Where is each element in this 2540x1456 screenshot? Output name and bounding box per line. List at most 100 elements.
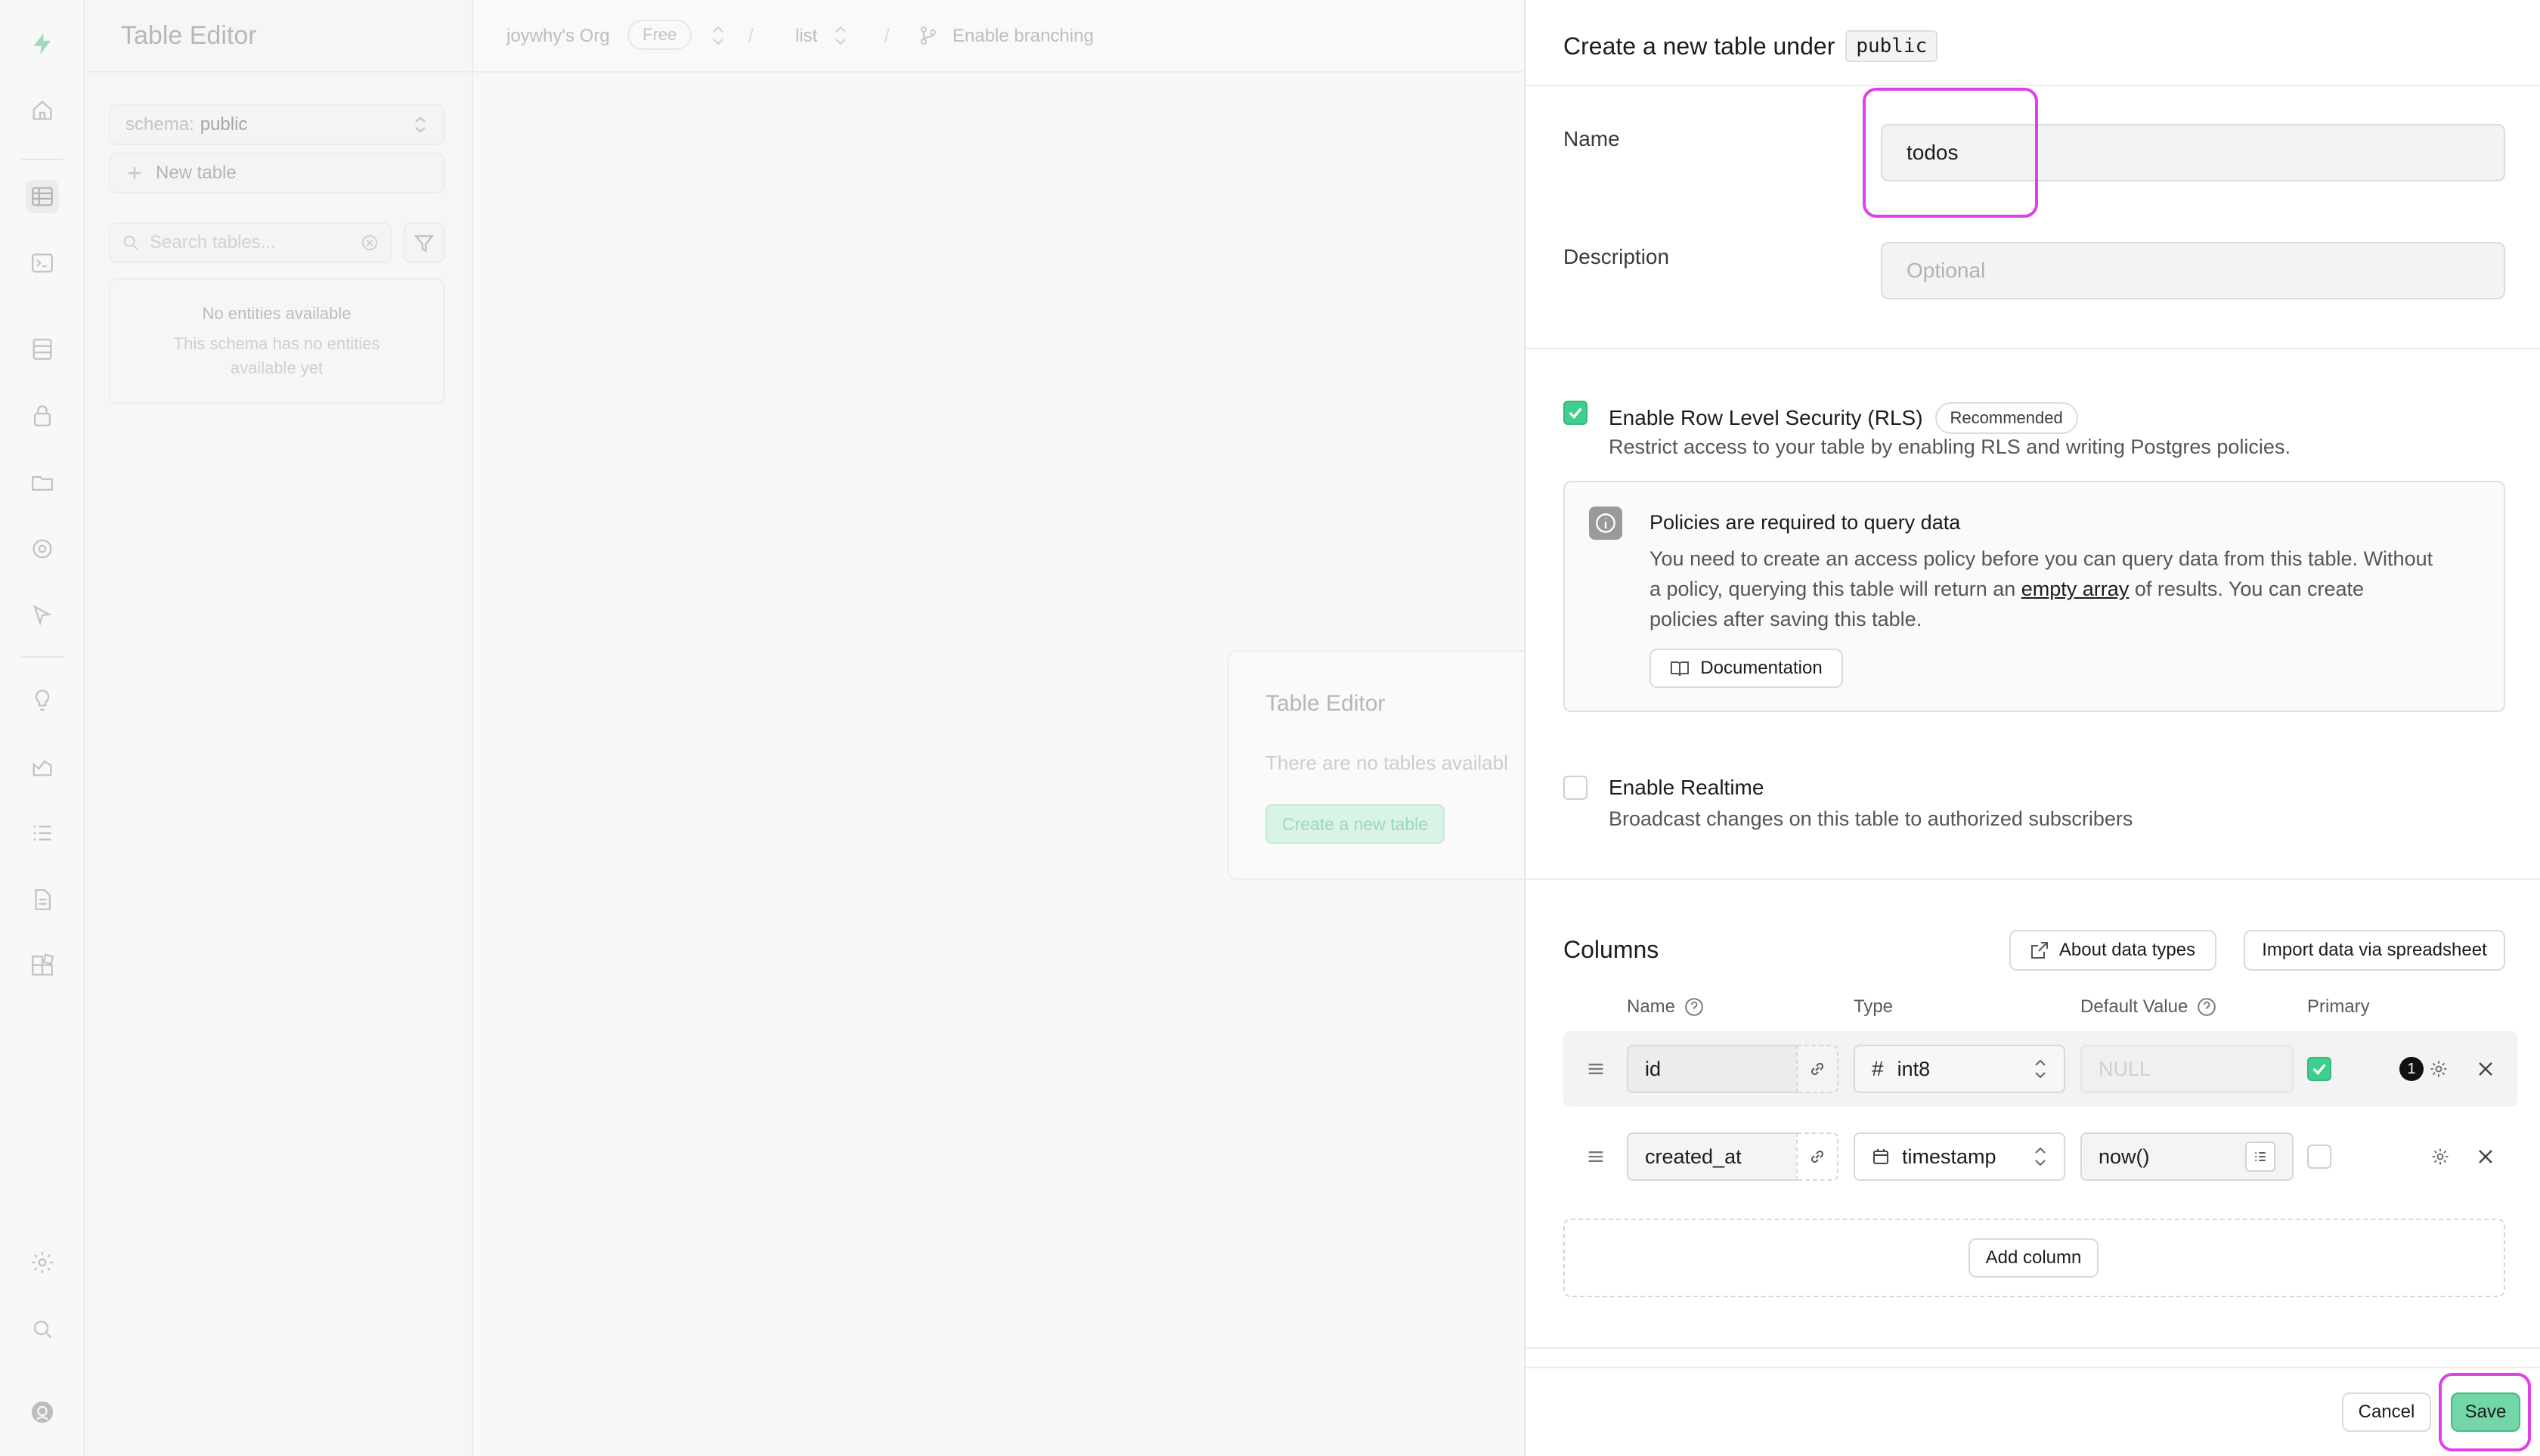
- schema-selector[interactable]: schema: public: [109, 104, 444, 145]
- database-icon[interactable]: [26, 333, 59, 366]
- column-name-input[interactable]: created_at: [1627, 1132, 1798, 1181]
- realtime-description: Broadcast changes on this table to autho…: [1609, 807, 2133, 830]
- empty-entities-box: No entities available This schema has no…: [109, 278, 444, 404]
- project-name[interactable]: list: [795, 26, 817, 47]
- col-header-type: Type: [1854, 996, 1894, 1017]
- empty-array-link[interactable]: empty array: [2021, 578, 2130, 600]
- create-new-table-button[interactable]: Create a new table: [1265, 804, 1445, 844]
- empty-entities-title: No entities available: [202, 304, 352, 323]
- foreign-key-link-button[interactable]: [1796, 1132, 1838, 1181]
- auth-lock-icon[interactable]: [26, 399, 59, 432]
- sql-editor-icon[interactable]: [26, 246, 59, 280]
- clear-icon: [361, 234, 378, 251]
- remove-column-icon[interactable]: [2476, 1060, 2495, 1078]
- supabase-logo-icon[interactable]: [26, 27, 59, 60]
- home-icon[interactable]: [26, 94, 59, 127]
- default-value-input[interactable]: now(): [2080, 1132, 2294, 1181]
- policy-notice: Policies are required to query data You …: [1563, 481, 2505, 712]
- empty-card-title: Table Editor: [1265, 691, 1386, 716]
- schema-badge: public: [1845, 30, 1938, 62]
- table-editor-menu: Table Editor schema: public New table Se…: [85, 0, 473, 1456]
- new-table-button[interactable]: New table: [109, 153, 444, 194]
- primary-key-checkbox[interactable]: [2307, 1057, 2331, 1081]
- primary-key-checkbox[interactable]: [2307, 1145, 2331, 1169]
- realtime-icon[interactable]: [26, 532, 59, 565]
- logs-list-icon[interactable]: [26, 816, 59, 850]
- advisors-bulb-icon[interactable]: [26, 683, 59, 717]
- name-label: Name: [1563, 127, 1620, 150]
- empty-state-card: Table Editor There are no tables availab…: [1228, 650, 1530, 880]
- remove-column-icon[interactable]: [2476, 1148, 2495, 1166]
- integrations-icon[interactable]: [26, 949, 59, 983]
- top-breadcrumb-bar: joywhy's Org Free / list / Enable branch…: [473, 0, 1524, 73]
- empty-card-text: There are no tables availabl: [1265, 751, 1508, 774]
- add-column-button[interactable]: Add column: [1968, 1238, 2099, 1278]
- user-avatar-icon[interactable]: [26, 1396, 59, 1429]
- edge-functions-icon[interactable]: [26, 599, 59, 632]
- description-input[interactable]: Optional: [1881, 242, 2505, 299]
- org-switch-chevron-icon[interactable]: [712, 26, 724, 45]
- chevron-updown-icon: [413, 116, 428, 134]
- search-icon: [122, 234, 139, 251]
- column-name-input[interactable]: id: [1627, 1045, 1798, 1093]
- branch-icon: [919, 26, 937, 45]
- org-name[interactable]: joywhy's Org: [506, 26, 610, 47]
- import-spreadsheet-button[interactable]: Import data via spreadsheet: [2244, 930, 2505, 971]
- table-editor-icon[interactable]: [26, 180, 59, 213]
- col-header-name: Name: [1627, 996, 1676, 1017]
- column-settings-gear-icon[interactable]: [2430, 1146, 2451, 1167]
- menu-title: Table Editor: [121, 21, 257, 50]
- info-icon: [1589, 507, 1622, 540]
- link-icon: [1808, 1060, 1826, 1078]
- link-icon: [1808, 1148, 1826, 1166]
- search-icon[interactable]: [26, 1312, 59, 1346]
- help-icon[interactable]: [1684, 997, 1704, 1017]
- search-tables-input[interactable]: Search tables...: [109, 222, 392, 263]
- filter-icon: [414, 233, 434, 252]
- cancel-button[interactable]: Cancel: [2342, 1392, 2431, 1432]
- breadcrumb-separator: /: [884, 26, 890, 46]
- rls-description: Restrict access to your table by enablin…: [1609, 435, 2291, 458]
- policy-title: Policies are required to query data: [1649, 511, 1961, 534]
- schema-value: public: [200, 114, 248, 135]
- about-data-types-button[interactable]: About data types: [2009, 930, 2216, 971]
- hash-icon: #: [1872, 1057, 1884, 1080]
- reports-icon[interactable]: [26, 750, 59, 783]
- documentation-button[interactable]: Documentation: [1649, 649, 1843, 688]
- project-switch-chevron-icon[interactable]: [835, 26, 847, 45]
- realtime-label: Enable Realtime: [1609, 776, 1764, 799]
- default-value-input[interactable]: NULL: [2080, 1045, 2294, 1093]
- realtime-checkbox[interactable]: [1563, 776, 1588, 800]
- save-highlight-annotation: [2439, 1373, 2531, 1451]
- external-link-icon: [2030, 941, 2049, 959]
- column-settings-gear-icon[interactable]: [2428, 1058, 2449, 1080]
- recommended-badge: Recommended: [1934, 402, 2078, 434]
- foreign-key-link-button[interactable]: [1796, 1045, 1838, 1093]
- add-column-zone: Add column: [1563, 1219, 2505, 1297]
- create-table-drawer: Create a new table under public Name tod…: [1524, 0, 2540, 1456]
- filter-button[interactable]: [404, 222, 444, 263]
- plus-icon: [127, 166, 142, 181]
- columns-title: Columns: [1563, 936, 1659, 963]
- default-value-menu-icon[interactable]: [2245, 1142, 2275, 1172]
- book-icon: [1670, 659, 1690, 677]
- drawer-header: Create a new table under public: [1563, 30, 1938, 62]
- column-type-select[interactable]: # int8: [1854, 1045, 2065, 1093]
- drag-handle-icon[interactable]: [1584, 1146, 1607, 1167]
- chevron-updown-icon: [2034, 1147, 2047, 1166]
- rls-label: Enable Row Level Security (RLS): [1609, 406, 1923, 429]
- plan-badge: Free: [627, 20, 692, 50]
- enable-branching-link[interactable]: Enable branching: [952, 26, 1094, 47]
- name-highlight-annotation: [1863, 88, 2038, 218]
- description-label: Description: [1563, 245, 1670, 268]
- help-icon[interactable]: [2197, 997, 2216, 1017]
- storage-icon[interactable]: [26, 466, 59, 499]
- notification-count-badge: 1: [2399, 1057, 2424, 1081]
- column-type-select[interactable]: timestamp: [1854, 1132, 2065, 1181]
- drag-handle-icon[interactable]: [1584, 1058, 1607, 1080]
- api-docs-icon[interactable]: [26, 883, 59, 916]
- settings-gear-icon[interactable]: [26, 1246, 59, 1279]
- col-header-primary: Primary: [2307, 996, 2370, 1017]
- rls-checkbox[interactable]: [1563, 401, 1588, 425]
- col-header-default: Default Value: [2080, 996, 2188, 1017]
